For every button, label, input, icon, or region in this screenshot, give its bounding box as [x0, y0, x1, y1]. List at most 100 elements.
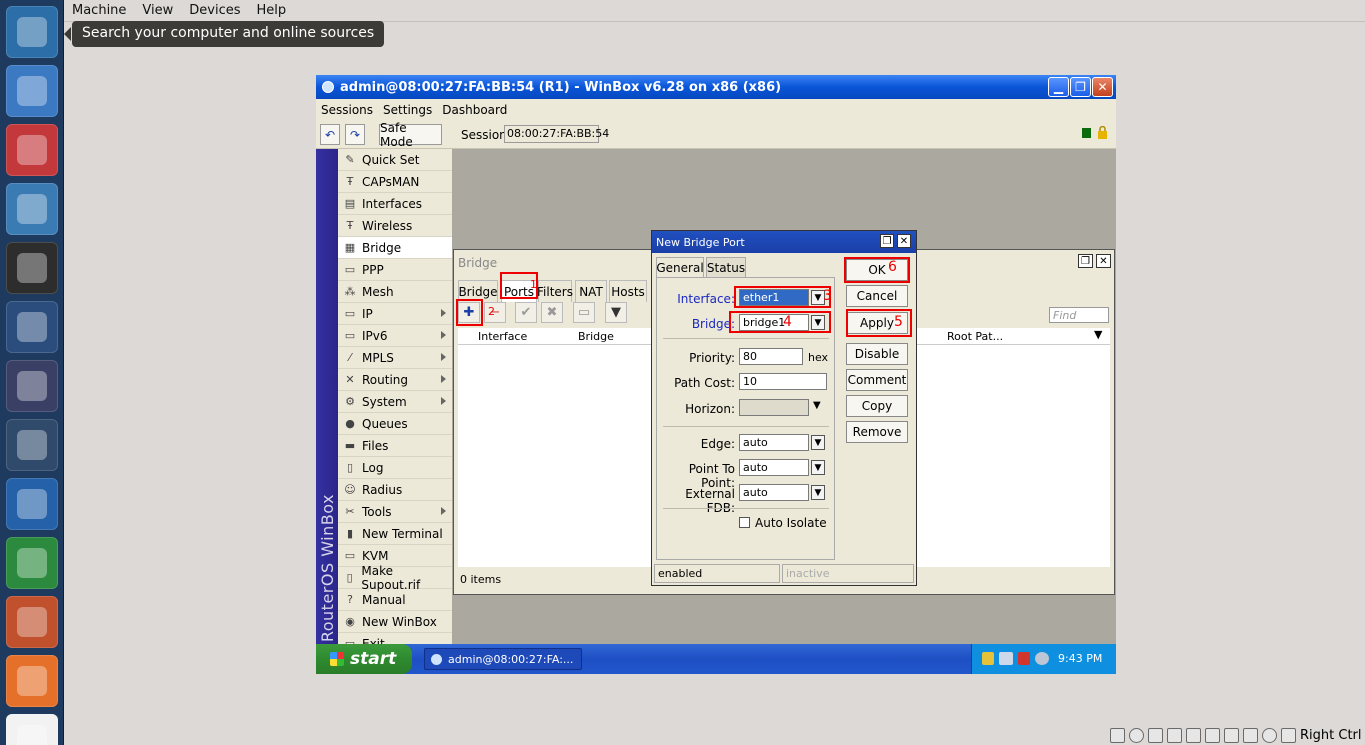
files-app-icon[interactable] [6, 124, 58, 176]
undo-icon[interactable]: ↶ [320, 124, 340, 145]
minimize-button[interactable]: ▁ [1048, 77, 1069, 97]
ipv6-icon: ▭ [344, 329, 356, 342]
nav-item-manual[interactable]: ? Manual [338, 589, 452, 611]
column-menu-icon[interactable]: ▼ [1094, 328, 1102, 341]
priority-input[interactable]: 80 [739, 348, 803, 365]
mouse-integration-icon[interactable] [1262, 728, 1277, 743]
system-monitor-icon[interactable] [6, 183, 58, 235]
fdb-select[interactable]: auto [739, 484, 809, 501]
nav-item-ip[interactable]: ▭ IP [338, 303, 452, 325]
close-button[interactable]: ✕ [1092, 77, 1113, 97]
alert-shield-icon[interactable] [1018, 652, 1030, 665]
nav-item-ppp[interactable]: ▭ PPP [338, 259, 452, 281]
copy-button[interactable]: Copy [846, 395, 908, 417]
redo-icon[interactable]: ↷ [345, 124, 365, 145]
terminal-icon[interactable] [6, 242, 58, 294]
auto-isolate-checkbox[interactable] [739, 517, 750, 528]
feather-app-icon[interactable] [6, 360, 58, 412]
horizon-dropdown-icon[interactable]: ▼ [813, 400, 821, 411]
nav-item-radius[interactable]: ☺ Radius [338, 479, 452, 501]
tab-status[interactable]: Status [706, 257, 746, 277]
comment-icon[interactable]: ▭ [573, 302, 595, 323]
cd-icon[interactable] [1129, 728, 1144, 743]
ubuntu-dash-icon[interactable] [6, 6, 58, 58]
find-input[interactable]: Find [1049, 307, 1109, 323]
cancel-button[interactable]: Cancel [846, 285, 908, 307]
taskbar-winbox-item[interactable]: admin@08:00:27:FA:... [424, 648, 582, 670]
usb-icon[interactable] [1148, 728, 1163, 743]
volume-icon[interactable] [1035, 652, 1049, 665]
bridge-close-icon[interactable]: ✕ [1096, 254, 1111, 268]
firefox-icon[interactable] [6, 301, 58, 353]
chat-app-icon[interactable] [6, 65, 58, 117]
menu-settings[interactable]: Settings [378, 103, 437, 117]
impress-icon[interactable] [6, 596, 58, 648]
nav-item-log[interactable]: ▯ Log [338, 457, 452, 479]
tab-nat[interactable]: NAT [575, 280, 607, 302]
nav-item-tools[interactable]: ✂ Tools [338, 501, 452, 523]
cpu-icon[interactable] [1243, 728, 1258, 743]
path-cost-input[interactable]: 10 [739, 373, 827, 390]
safe-mode-button[interactable]: Safe Mode [379, 121, 442, 149]
tab-general[interactable]: General [656, 257, 704, 277]
nav-item-capsman[interactable]: Ŧ CAPsMAN [338, 171, 452, 193]
nav-item-new-winbox[interactable]: ◉ New WinBox [338, 611, 452, 633]
ptp-dropdown-icon[interactable]: ▼ [811, 460, 825, 475]
menu-sessions[interactable]: Sessions [316, 103, 378, 117]
disable-icon[interactable]: ✖ [541, 302, 563, 323]
edge-select[interactable]: auto [739, 434, 809, 451]
tab-hosts[interactable]: Hosts [609, 280, 647, 302]
column-interface[interactable]: Interface [478, 330, 527, 343]
enable-icon[interactable]: ✔ [515, 302, 537, 323]
software-center-icon[interactable] [6, 655, 58, 707]
fdb-dropdown-icon[interactable]: ▼ [811, 485, 825, 500]
keyboard-icon[interactable] [1281, 728, 1296, 743]
menu-view[interactable]: View [134, 3, 181, 18]
network-icon[interactable] [999, 652, 1013, 665]
nav-item-bridge[interactable]: ▦ Bridge [338, 237, 452, 259]
maximize-button[interactable]: ❐ [1070, 77, 1091, 97]
tab-filters[interactable]: Filters [537, 280, 573, 302]
settings-tool-icon[interactable] [6, 419, 58, 471]
menu-devices[interactable]: Devices [181, 3, 248, 18]
nav-item-exit[interactable]: ▭ Exit [338, 633, 452, 645]
nav-item-wireless[interactable]: Ŧ Wireless [338, 215, 452, 237]
column-root-path[interactable]: Root Pat... [947, 330, 1003, 343]
bridge-maximize-icon[interactable]: ❐ [1078, 254, 1093, 268]
dialog-maximize-icon[interactable]: ❐ [880, 234, 894, 248]
column-bridge[interactable]: Bridge [578, 330, 614, 343]
dialog-close-icon[interactable]: ✕ [897, 234, 911, 248]
network-adapter-icon[interactable] [1167, 728, 1182, 743]
session-value[interactable]: 08:00:27:FA:BB:54 [504, 125, 609, 143]
disable-button[interactable]: Disable [846, 343, 908, 365]
nav-item-quick-set[interactable]: ✎ Quick Set [338, 149, 452, 171]
nav-item-queues[interactable]: ● Queues [338, 413, 452, 435]
start-button[interactable]: start [316, 644, 412, 674]
ptp-select[interactable]: auto [739, 459, 809, 476]
nav-item-system[interactable]: ⚙ System [338, 391, 452, 413]
gmail-icon[interactable] [6, 714, 58, 745]
nav-item-interfaces[interactable]: ▤ Interfaces [338, 193, 452, 215]
nav-item-new-terminal[interactable]: ▮ New Terminal [338, 523, 452, 545]
remove-button[interactable]: Remove [846, 421, 908, 443]
display-icon[interactable] [1205, 728, 1220, 743]
hdd-icon[interactable] [1110, 728, 1125, 743]
menu-help[interactable]: Help [249, 3, 295, 18]
security-shield-icon[interactable] [982, 652, 994, 665]
writer-icon[interactable] [6, 478, 58, 530]
nav-item-files[interactable]: ▬ Files [338, 435, 452, 457]
nav-item-routing[interactable]: ✕ Routing [338, 369, 452, 391]
horizon-input[interactable] [739, 399, 809, 416]
nav-item-make-supout-rif[interactable]: ▯ Make Supout.rif [338, 564, 452, 592]
nav-item-mesh[interactable]: ⁂ Mesh [338, 281, 452, 303]
shared-folder-icon[interactable] [1186, 728, 1201, 743]
filter-icon[interactable]: ▼ [605, 302, 627, 323]
comment-button[interactable]: Comment [846, 369, 908, 391]
menu-machine[interactable]: Machine [64, 3, 134, 18]
video-capture-icon[interactable] [1224, 728, 1239, 743]
edge-dropdown-icon[interactable]: ▼ [811, 435, 825, 450]
menu-dashboard[interactable]: Dashboard [437, 103, 512, 117]
calc-icon[interactable] [6, 537, 58, 589]
nav-item-mpls[interactable]: ⁄ MPLS [338, 347, 452, 369]
nav-item-ipv6[interactable]: ▭ IPv6 [338, 325, 452, 347]
